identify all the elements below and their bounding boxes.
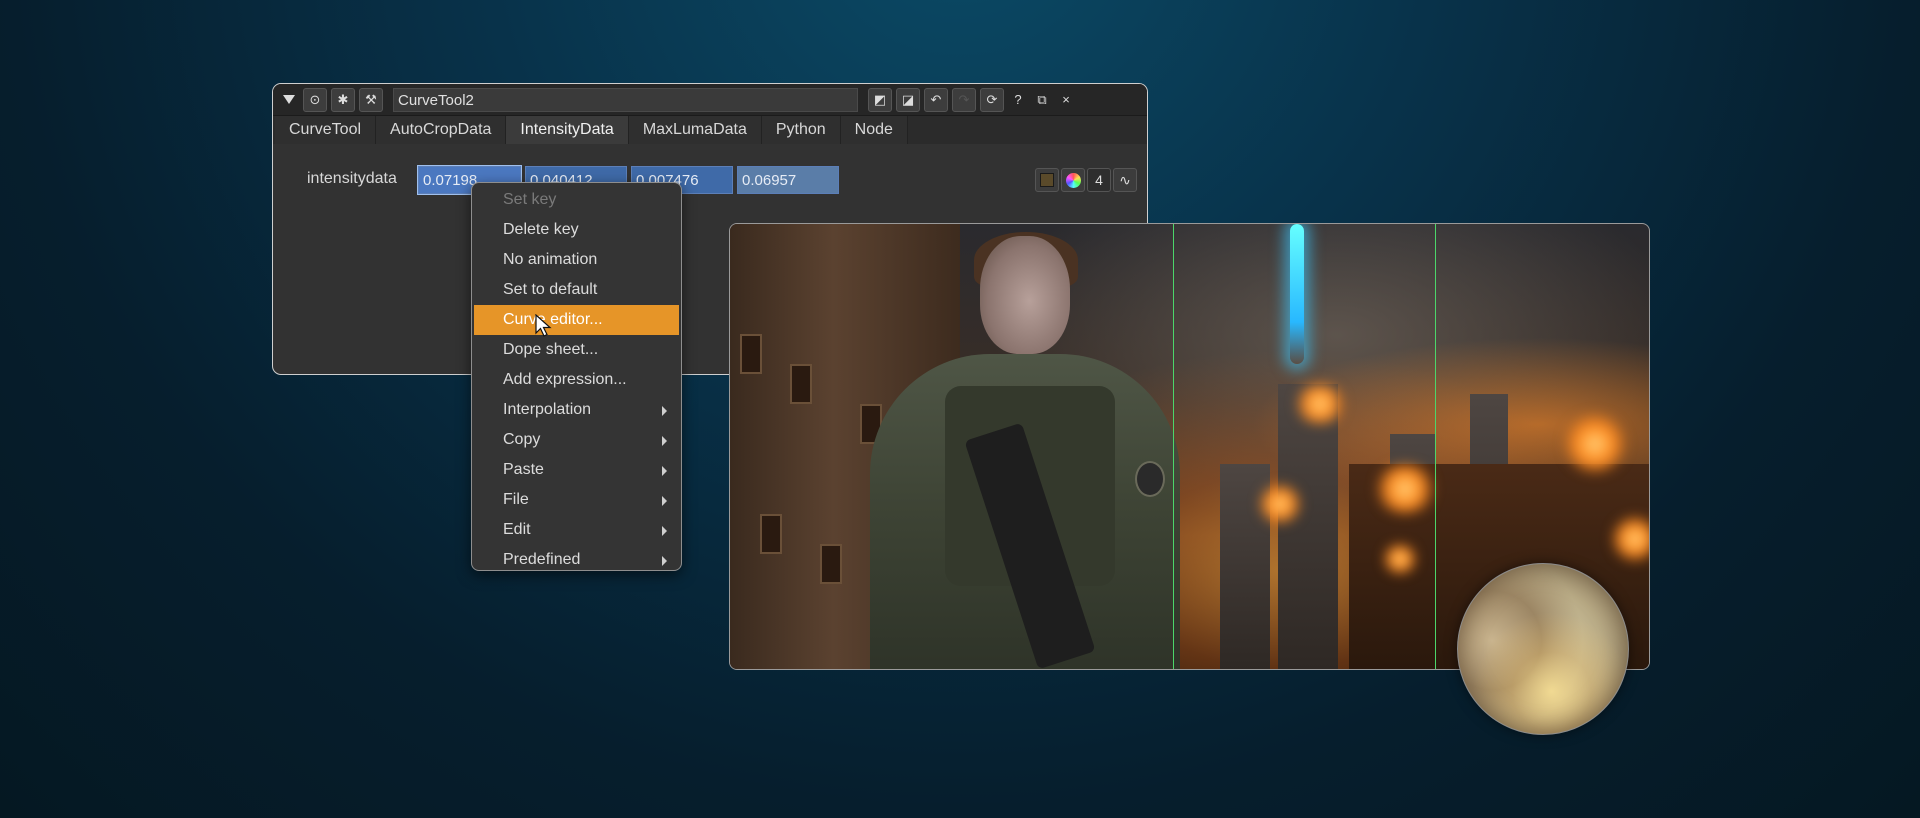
knob-label: intensitydata bbox=[307, 170, 397, 187]
value-field-a[interactable]: 0.06957 bbox=[737, 166, 839, 194]
panel-title-bar: ⊙ ✱ ⚒ CurveTool2 ◩ ◪ ↶ ↷ ⟳ ? ⧉ × bbox=[273, 84, 1147, 116]
environment-sphere bbox=[1457, 563, 1629, 735]
building-window bbox=[790, 364, 812, 404]
fire-glow bbox=[1560, 414, 1630, 474]
tab-maxlumadata[interactable]: MaxLumaData bbox=[628, 116, 762, 144]
node-name-field[interactable]: CurveTool2 bbox=[393, 87, 858, 112]
building-window bbox=[760, 514, 782, 554]
menu-item-curve-editor[interactable]: Curve editor... bbox=[474, 305, 679, 335]
fire-glow bbox=[1370, 464, 1440, 514]
menu-item-label: Set key bbox=[503, 191, 557, 208]
color-wheel-button[interactable] bbox=[1061, 168, 1085, 192]
maximize-icon[interactable]: ⧉ bbox=[1032, 88, 1052, 112]
menu-item-predefined[interactable]: Predefined bbox=[472, 545, 681, 570]
submenu-arrow-icon bbox=[662, 556, 667, 566]
color-wheel-icon bbox=[1065, 172, 1081, 188]
guide-line bbox=[1173, 224, 1174, 669]
menu-item-label: Add expression... bbox=[503, 371, 627, 388]
submenu-arrow-icon bbox=[662, 526, 667, 536]
color-swatch-button[interactable] bbox=[1035, 168, 1059, 192]
fire-glow bbox=[1255, 484, 1305, 524]
menu-item-add-expression[interactable]: Add expression... bbox=[472, 365, 681, 395]
guide-line bbox=[1435, 224, 1436, 669]
building-window bbox=[820, 544, 842, 584]
submenu-arrow-icon bbox=[662, 466, 667, 476]
fire-glow bbox=[1290, 384, 1350, 424]
menu-item-label: Predefined bbox=[503, 551, 581, 568]
fire-glow bbox=[1380, 544, 1420, 574]
node-icon[interactable]: ⊙ bbox=[303, 87, 327, 112]
menu-item-copy[interactable]: Copy bbox=[472, 425, 681, 455]
tab-intensitydata[interactable]: IntensityData bbox=[506, 116, 629, 144]
color-swatch-icon bbox=[1040, 173, 1054, 187]
menu-item-delete-key[interactable]: Delete key bbox=[472, 215, 681, 245]
mouse-cursor-icon bbox=[535, 314, 552, 337]
submenu-arrow-icon bbox=[662, 496, 667, 506]
skyscraper bbox=[1278, 384, 1338, 669]
submenu-arrow-icon bbox=[662, 406, 667, 416]
menu-item-edit[interactable]: Edit bbox=[472, 515, 681, 545]
intensitydata-knob: intensitydata 0.07198 0.040412 0.007476 … bbox=[273, 165, 1147, 196]
energy-beam bbox=[1290, 224, 1304, 364]
menu-item-no-animation[interactable]: No animation bbox=[472, 245, 681, 275]
shoulder-patch bbox=[1135, 461, 1165, 497]
menu-item-label: File bbox=[503, 491, 529, 508]
channel-count-button[interactable]: 4 bbox=[1087, 168, 1111, 192]
menu-item-interpolation[interactable]: Interpolation bbox=[472, 395, 681, 425]
menu-item-dope-sheet[interactable]: Dope sheet... bbox=[472, 335, 681, 365]
collapse-icon[interactable] bbox=[283, 95, 295, 104]
soldier-figure bbox=[850, 232, 1180, 669]
menu-item-label: Interpolation bbox=[503, 401, 592, 418]
menu-item-paste[interactable]: Paste bbox=[472, 455, 681, 485]
undo-icon[interactable]: ↶ bbox=[924, 87, 948, 112]
menu-item-label: Edit bbox=[503, 521, 531, 538]
menu-item-label: Dope sheet... bbox=[503, 341, 599, 358]
menu-item-set-to-default[interactable]: Set to default bbox=[472, 275, 681, 305]
menu-item-label: Paste bbox=[503, 461, 544, 478]
help-icon[interactable]: ? bbox=[1008, 88, 1028, 112]
menu-item-file[interactable]: File bbox=[472, 485, 681, 515]
tab-bar: CurveTool AutoCropData IntensityData Max… bbox=[273, 116, 1147, 144]
menu-item-label: No animation bbox=[503, 251, 598, 268]
wrench-icon[interactable]: ⚒ bbox=[359, 87, 383, 112]
soldier-head bbox=[980, 236, 1070, 354]
menu-item-label: Delete key bbox=[503, 221, 579, 238]
bug-icon[interactable]: ✱ bbox=[331, 87, 355, 112]
menu-item-set-key[interactable]: Set key bbox=[472, 185, 681, 215]
restore-knobs-icon[interactable]: ◪ bbox=[896, 87, 920, 112]
redo-icon[interactable]: ↷ bbox=[952, 87, 976, 112]
menu-item-label: Set to default bbox=[503, 281, 598, 298]
menu-item-label: Copy bbox=[503, 431, 541, 448]
tab-node[interactable]: Node bbox=[840, 116, 908, 144]
tab-autocropdata[interactable]: AutoCropData bbox=[376, 116, 507, 144]
close-icon[interactable]: × bbox=[1056, 88, 1076, 112]
context-menu: Set key Delete key No animation Set to d… bbox=[471, 182, 682, 571]
float-panel-icon[interactable]: ⟳ bbox=[980, 87, 1004, 112]
tab-curvetool[interactable]: CurveTool bbox=[275, 116, 377, 144]
submenu-arrow-icon bbox=[662, 436, 667, 446]
building-window bbox=[740, 334, 762, 374]
animation-curve-icon[interactable]: ∿ bbox=[1113, 168, 1137, 192]
revert-knobs-icon[interactable]: ◩ bbox=[868, 87, 892, 112]
tab-python[interactable]: Python bbox=[761, 116, 841, 144]
